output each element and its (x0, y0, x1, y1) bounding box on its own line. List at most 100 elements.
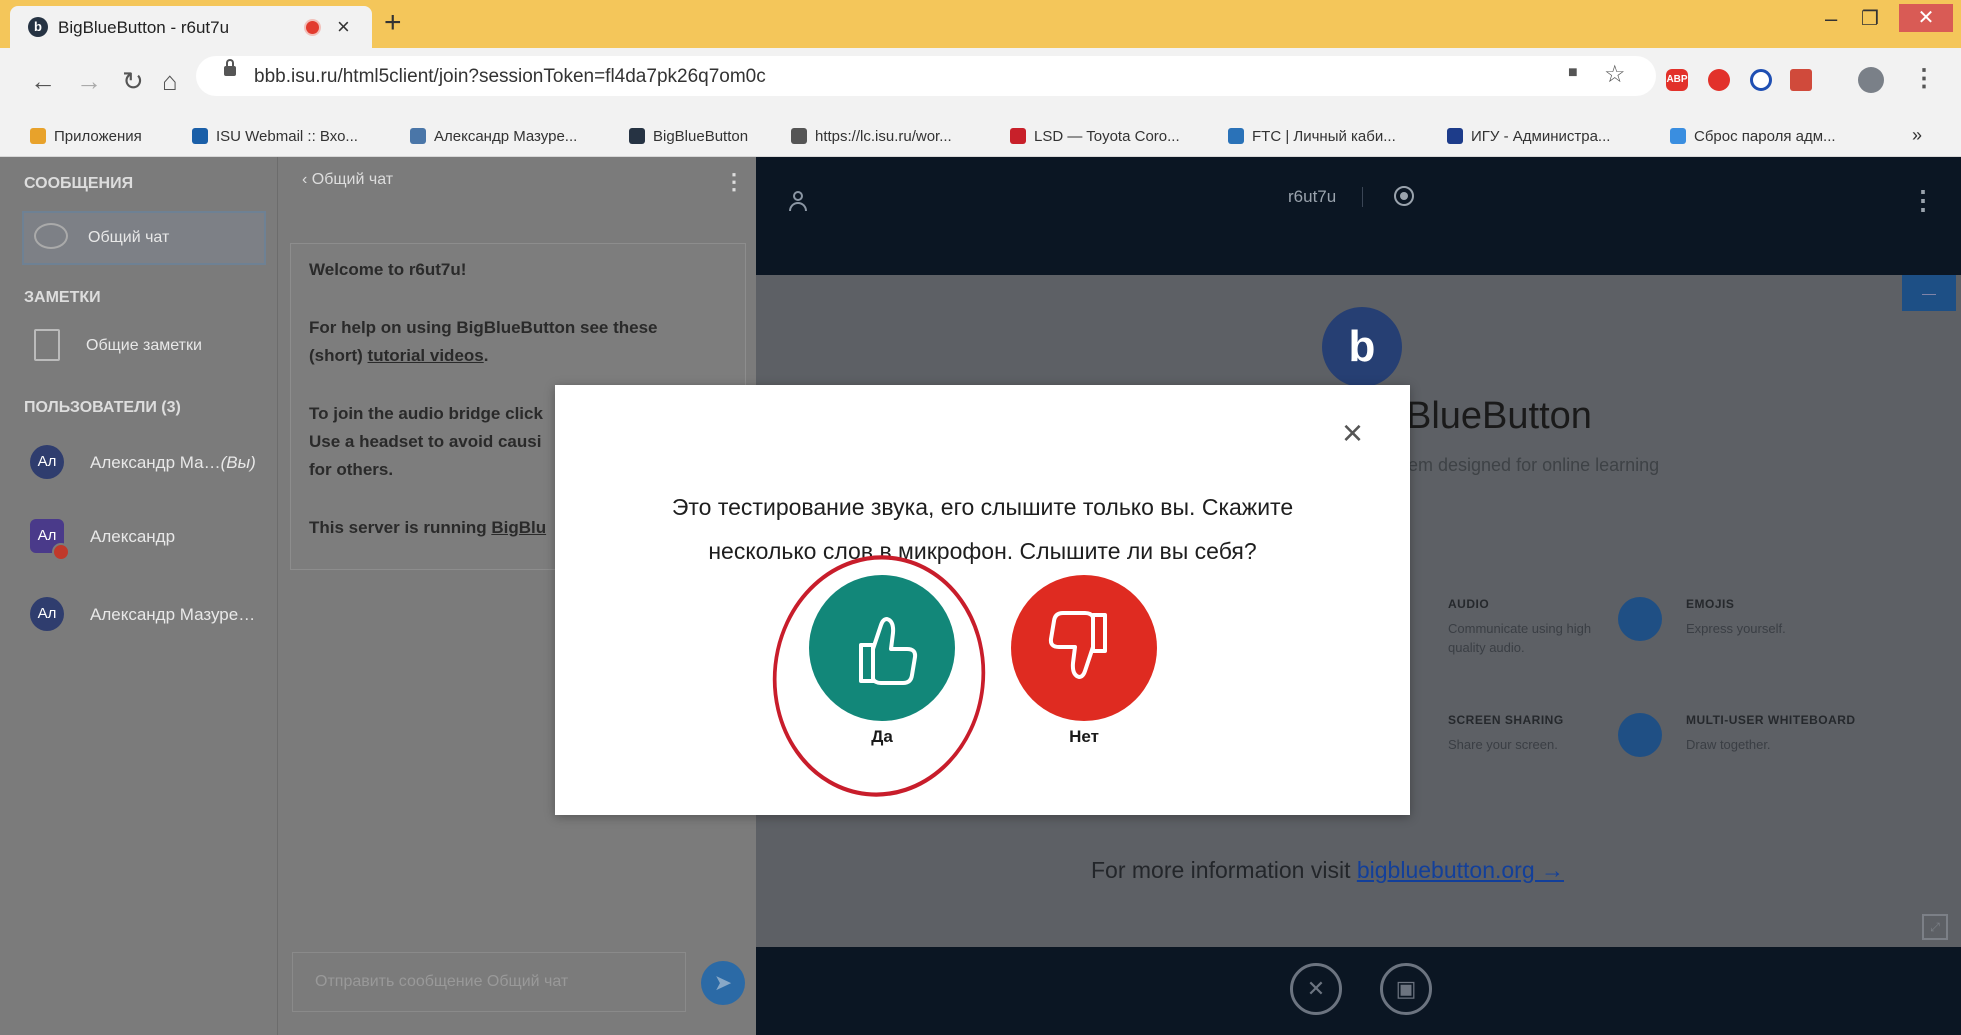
vk-icon (410, 128, 426, 144)
reset-icon (1670, 128, 1686, 144)
browser-tab[interactable]: b BigBlueButton - r6ut7u × (10, 6, 372, 48)
bookmark-lsd[interactable]: LSD — Toyota Coro... (1010, 128, 1180, 145)
slide-title: BlueButton (1406, 395, 1592, 437)
minimize-presentation-button[interactable]: — (1902, 275, 1956, 311)
audio-line-2: Use a headset to avoid causi (309, 432, 542, 451)
avatar: Ал (30, 445, 64, 479)
apps-icon (30, 128, 46, 144)
options-menu-icon[interactable]: ⋮ (1910, 185, 1936, 216)
bbb-icon (629, 128, 645, 144)
tutorial-videos-link[interactable]: tutorial videos (368, 346, 484, 365)
whiteboard-feature-icon (1618, 713, 1662, 757)
echo-test-question: Это тестирование звука, его слышите толь… (671, 494, 1294, 564)
webmail-icon (192, 128, 208, 144)
window-minimize-button[interactable]: – (1825, 6, 1837, 32)
notes-icon (34, 329, 60, 361)
profile-avatar[interactable] (1858, 67, 1884, 93)
avatar: Ал (30, 597, 64, 631)
slide-tagline: system designed for online learning (1376, 455, 1660, 475)
url-field[interactable]: bbb.isu.ru/html5client/join?sessionToken… (196, 56, 1656, 96)
user-name: Александр (90, 527, 176, 546)
window-controls: – ❐ ✕ (1803, 0, 1961, 40)
server-line: This server is running BigBlu (309, 518, 547, 537)
record-icon[interactable] (1394, 186, 1414, 206)
chat-input-placeholder: Отправить сообщение Общий чат (315, 973, 569, 990)
bbb-link[interactable]: BigBlu (491, 518, 546, 537)
welcome-title: Welcome to r6ut7u! (309, 260, 467, 279)
audio-line-3: for others. (309, 460, 394, 479)
adblock-icon[interactable]: ABP (1666, 69, 1688, 91)
isu-icon (1447, 128, 1463, 144)
modal-close-button[interactable]: × (1342, 415, 1363, 451)
thumbs-down-icon (1011, 575, 1157, 721)
browser-menu-icon[interactable]: ⋮ (1912, 64, 1936, 93)
bookmark-vk[interactable]: Александр Мазуре... (410, 128, 577, 145)
forward-button[interactable]: → (76, 66, 102, 97)
fullscreen-icon[interactable]: ⤢ (1922, 914, 1948, 940)
muted-mic-icon (52, 543, 70, 561)
meeting-top-bar: r6ut7u ⋮ (756, 157, 1961, 275)
chat-back-button[interactable]: ‹ Общий чат (302, 171, 393, 189)
ftc-icon (1228, 128, 1244, 144)
bookmarks-bar: Приложения ISU Webmail :: Вхо... Алексан… (0, 118, 1961, 157)
bbb-favicon-icon: b (28, 17, 48, 37)
help-line-1: For help on using BigBlueButton see thes… (309, 318, 658, 337)
new-tab-button[interactable]: + (384, 6, 402, 40)
sidebar-public-chat[interactable]: Общий чат (22, 211, 266, 265)
sidebar-shared-notes[interactable]: Общие заметки (30, 329, 266, 369)
join-audio-button[interactable]: ✕ (1290, 963, 1342, 1015)
more-info-text: For more information visit bigbluebutton… (1091, 857, 1565, 883)
users-header: ПОЛЬЗОВАТЕЛИ (3) (24, 399, 181, 416)
globe-icon (791, 128, 807, 144)
chat-options-icon[interactable]: ⋮ (723, 169, 745, 195)
opera-extension-icon[interactable] (1708, 69, 1730, 91)
bookmark-webmail[interactable]: ISU Webmail :: Вхо... (192, 128, 358, 145)
emoji-feature-icon (1618, 597, 1662, 641)
bookmark-lc-isu[interactable]: https://lc.isu.ru/wor... (791, 128, 952, 145)
bookmark-apps[interactable]: Приложения (30, 128, 142, 145)
share-webcam-button[interactable]: ▣ (1380, 963, 1432, 1015)
room-name: r6ut7u (1288, 187, 1337, 206)
meeting-controls-bar: ✕ ▣ (756, 947, 1961, 1035)
user-name: Александр Мазуре… (90, 605, 256, 624)
chat-bubble-icon (34, 223, 68, 249)
browser-tab-strip: b BigBlueButton - r6ut7u × + – ❐ ✕ (0, 0, 1961, 48)
audio-line-1: To join the audio bridge click (309, 404, 543, 423)
bookmark-ftc[interactable]: FTC | Личный каби... (1228, 128, 1396, 145)
reload-button[interactable]: ↻ (122, 66, 144, 97)
window-maximize-button[interactable]: ❐ (1861, 6, 1879, 31)
yes-label: Да (871, 727, 893, 746)
chat-message-input[interactable]: Отправить сообщение Общий чат (292, 952, 686, 1012)
vpn-extension-icon[interactable] (1750, 69, 1772, 91)
bookmarks-more-button[interactable]: » (1912, 125, 1922, 146)
pdf-extension-icon[interactable] (1790, 69, 1812, 91)
bookmark-isu-admin[interactable]: ИГУ - Администра... (1447, 128, 1610, 145)
window-close-button[interactable]: ✕ (1899, 4, 1953, 32)
back-button[interactable]: ← (30, 66, 56, 97)
help-line-2: (short) tutorial videos. (309, 346, 489, 365)
user-name: Александр Ма…(Вы) (90, 453, 256, 472)
thumbs-up-icon (809, 575, 955, 721)
no-label: Нет (1069, 727, 1099, 746)
camera-icon[interactable]: ■ (1568, 64, 1578, 82)
bookmark-star-icon[interactable]: ☆ (1604, 60, 1626, 89)
recording-dot-icon (306, 21, 319, 34)
address-bar-row: ← → ↻ ⌂ bbb.isu.ru/html5client/join?sess… (0, 48, 1961, 118)
lock-icon (224, 59, 236, 76)
home-button[interactable]: ⌂ (162, 66, 178, 97)
echo-test-modal: × Это тестирование звука, его слышите то… (555, 385, 1410, 815)
url-text: bbb.isu.ru/html5client/join?sessionToken… (254, 66, 766, 87)
messages-header: СООБЩЕНИЯ (24, 175, 134, 192)
bookmark-bbb[interactable]: BigBlueButton (629, 128, 748, 145)
toggle-userlist-icon[interactable] (789, 191, 807, 211)
user-list-sidebar: СООБЩЕНИЯ Общий чат ЗАМЕТКИ Общие заметк… (0, 157, 277, 1035)
bbb-website-link[interactable]: bigbluebutton.org → (1357, 857, 1564, 883)
tab-close-button[interactable]: × (337, 14, 350, 40)
divider (1362, 187, 1363, 207)
bookmark-password-reset[interactable]: Сброс пароля адм... (1670, 128, 1836, 145)
notes-header: ЗАМЕТКИ (24, 289, 101, 306)
send-message-button[interactable]: ➤ (701, 961, 745, 1005)
bbb-logo-icon: b (1322, 307, 1402, 387)
tab-title: BigBlueButton - r6ut7u (58, 18, 230, 37)
lsd-icon (1010, 128, 1026, 144)
